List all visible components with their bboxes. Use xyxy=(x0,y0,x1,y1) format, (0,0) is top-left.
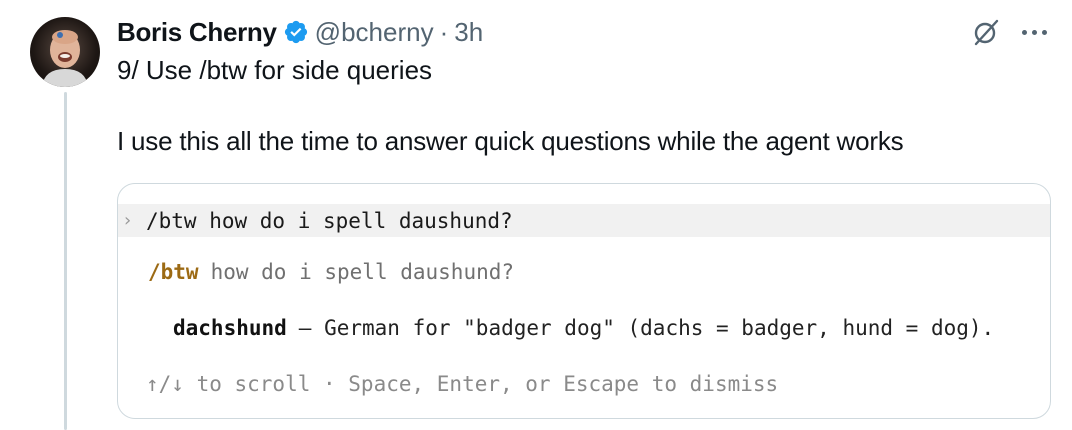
thread-connector-line xyxy=(64,92,67,430)
header-separator: · xyxy=(439,16,449,47)
scroll-dismiss-hint: ↑/↓ to scroll · Space, Enter, or Escape … xyxy=(146,372,779,396)
verified-badge-icon[interactable] xyxy=(283,19,309,45)
author-avatar[interactable] xyxy=(30,17,100,87)
post-header: Boris Cherny @bcherny · 3h xyxy=(117,14,483,50)
author-name[interactable]: Boris Cherny xyxy=(117,17,277,48)
author-handle[interactable]: @bcherny xyxy=(315,17,434,48)
answer-word: dachshund xyxy=(173,316,287,340)
user-avatar-icon xyxy=(42,30,88,87)
more-options-icon xyxy=(1021,29,1027,35)
btw-query-text: how do i spell daushund? xyxy=(210,260,515,284)
btw-command: /btw xyxy=(148,260,199,284)
answer-explanation: — German for "badger dog" (dachs = badge… xyxy=(298,316,995,340)
grok-button[interactable] xyxy=(968,14,1004,50)
post-timestamp[interactable]: 3h xyxy=(454,17,483,48)
media-card-screenshot[interactable]: › /btw how do i spell daushund? /btw how… xyxy=(117,183,1051,419)
more-options-dot xyxy=(1041,29,1047,35)
post-text-line-2: I use this all the time to answer quick … xyxy=(117,126,904,156)
btw-header-row: /btw how do i spell daushund? xyxy=(148,260,514,284)
terminal-prompt-text: /btw how do i spell daushund? xyxy=(146,208,513,233)
more-options-button[interactable] xyxy=(1012,14,1056,50)
terminal-prompt-row: › /btw how do i spell daushund? xyxy=(118,204,1050,237)
grok-icon xyxy=(974,19,999,46)
answer-row: dachshund — German for "badger dog" (dac… xyxy=(173,316,994,340)
prompt-caret-icon: › xyxy=(122,210,133,231)
more-options-dot xyxy=(1031,29,1037,35)
post-text-line-1: 9/ Use /btw for side queries xyxy=(117,55,433,85)
